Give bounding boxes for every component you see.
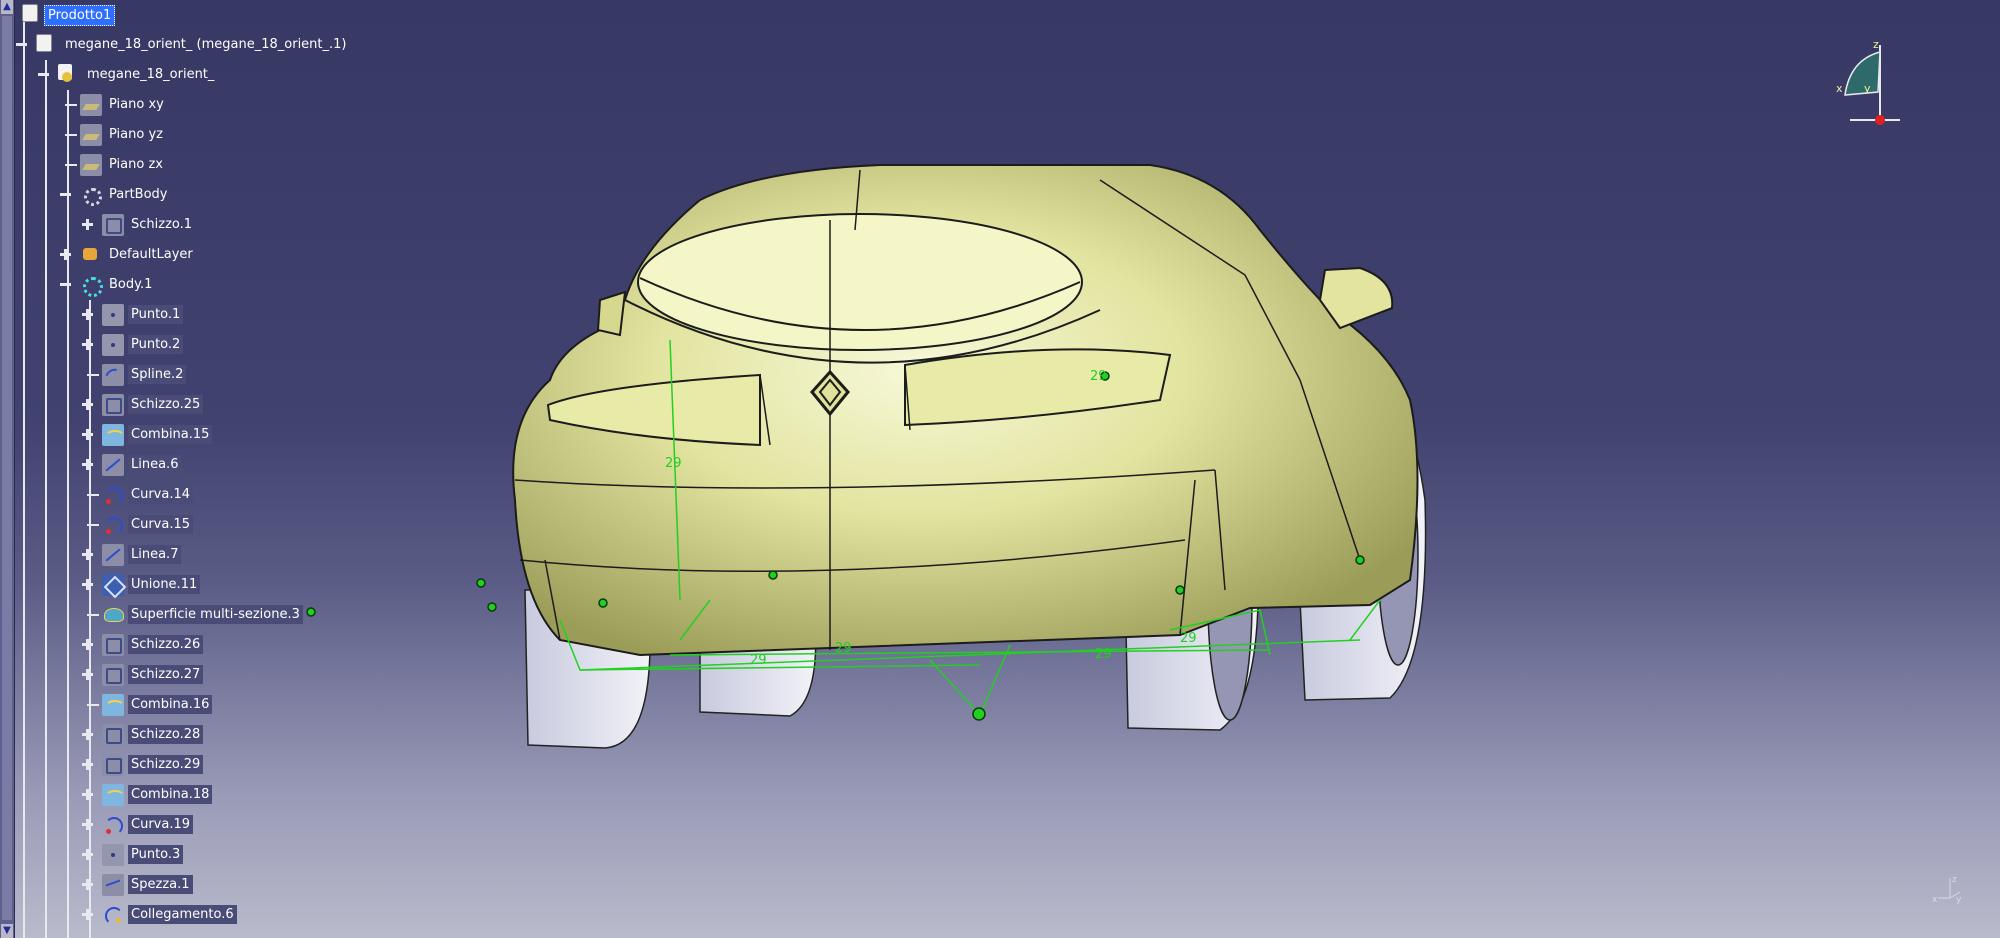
compass-icon: z x y xyxy=(1836,38,1900,125)
dimension-label: 29 xyxy=(1090,369,1107,384)
compass-z-label: z xyxy=(1873,38,1879,51)
axis-triad-icon: z x y xyxy=(1932,875,1962,905)
dimension-label: 29 xyxy=(750,653,767,668)
dimension-label: 29 xyxy=(835,641,852,656)
dimension-label: 29 xyxy=(1095,647,1112,662)
axis-x-label: x xyxy=(1932,895,1938,905)
dimension-label: 29 xyxy=(1180,631,1197,646)
axis-z-label: z xyxy=(1952,875,1957,885)
compass-x-label: x xyxy=(1836,82,1843,95)
axis-y-label: y xyxy=(1956,895,1962,905)
3d-viewport[interactable]: 29 29 29 29 29 29 z x y z x y xyxy=(0,0,2000,938)
dimension-label: 29 xyxy=(665,456,682,471)
compass-y-label: y xyxy=(1864,82,1871,95)
left-mirror xyxy=(596,290,627,337)
